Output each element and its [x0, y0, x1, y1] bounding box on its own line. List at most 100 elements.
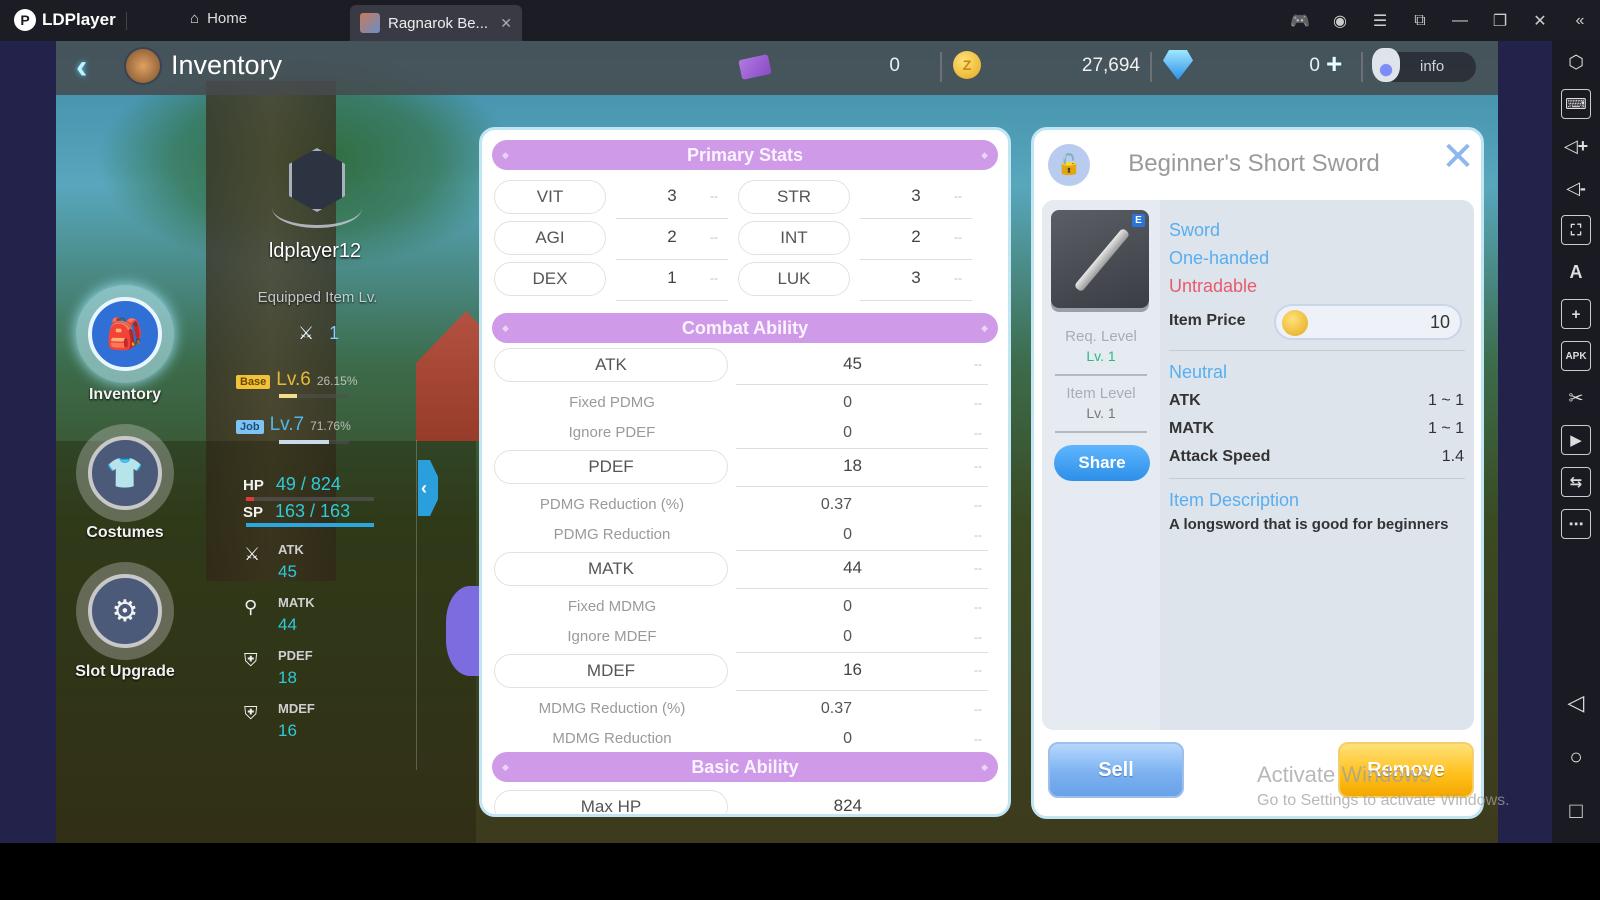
sync-icon[interactable]: ⇆ [1561, 467, 1591, 497]
item-hand: One-handed [1169, 248, 1270, 268]
item-description-title: Item Description [1169, 490, 1300, 510]
section-primary-stats: Primary Stats [492, 140, 998, 170]
combat-stat-label: ATK [494, 348, 728, 382]
tab-ragnarok[interactable]: Ragnarok Be... ✕ [350, 5, 522, 41]
stat-bonus: -- [710, 189, 718, 203]
combat-substat-value: 0 [843, 598, 852, 615]
stat-luk-label: LUK [738, 262, 850, 296]
divider [736, 588, 988, 589]
sp-row: SP 163 / 163 [243, 501, 350, 522]
base-exp-fill [279, 394, 298, 398]
stat-dex-value: 1 [667, 268, 677, 287]
combat-substat-value: 0.37 [820, 700, 852, 717]
combat-substat-value: 0.37 [820, 496, 852, 513]
restore-icon[interactable]: ❐ [1480, 11, 1520, 31]
share-button[interactable]: Share [1054, 445, 1150, 481]
menu-costumes-label: Costumes [86, 524, 164, 541]
combat-substat-value: 0 [843, 424, 852, 441]
stat-bonus: -- [974, 600, 982, 614]
item-description: A longsword that is good for beginners [1169, 516, 1449, 533]
back-button[interactable]: ‹ [76, 50, 112, 84]
divider [860, 259, 972, 260]
job-exp-fill [279, 440, 330, 444]
backpack-icon: 🎒 [88, 297, 162, 371]
combat-substat-value: 0 [843, 628, 852, 645]
prop-value: 1.4 [1441, 448, 1464, 465]
shirt-icon: 👕 [88, 436, 162, 510]
minimize-icon[interactable]: — [1440, 12, 1480, 30]
letterbox-left [0, 41, 56, 843]
unlock-icon[interactable]: 🔓 [1048, 144, 1090, 186]
menu-slot-upgrade-button[interactable]: ⚙ [76, 562, 174, 660]
basic-stat-label: Max HP [494, 790, 728, 814]
zeny-count: 27,694 [1081, 55, 1140, 76]
more-icon[interactable]: ⋯ [1561, 509, 1591, 539]
nav-back-icon[interactable]: ◁ [1568, 690, 1585, 716]
combat-substat-value: 0 [843, 730, 852, 747]
multi-instance-icon[interactable]: + [1561, 299, 1591, 329]
auto-rotate-icon[interactable]: A [1561, 257, 1591, 287]
sword-image [1073, 227, 1131, 293]
stat-vit-label: VIT [494, 180, 606, 214]
stat-label: PDEF [278, 648, 313, 663]
combat-substat-label: MDMG Reduction (%) [538, 700, 686, 717]
menu-costumes-button[interactable]: 👕 [76, 424, 174, 522]
remove-button[interactable]: Remove [1338, 742, 1474, 798]
gamepad-icon[interactable]: 🎮 [1280, 11, 1320, 31]
diamond-count: 0 [1309, 55, 1320, 76]
divider [616, 259, 728, 260]
req-level-label: Req. Level [1065, 328, 1137, 345]
equipped-item-level-value: 1 [329, 323, 340, 343]
stat-bonus: -- [974, 459, 982, 473]
screenshot-icon[interactable]: ✂ [1561, 383, 1591, 413]
combat-substat-label: Ignore PDEF [568, 424, 656, 441]
install-apk-icon[interactable]: APK [1561, 341, 1591, 371]
menu-inventory-label: Inventory [88, 386, 161, 403]
nav-recents-icon[interactable]: □ [1569, 798, 1582, 824]
combat-substat-label: Fixed MDMG [567, 598, 657, 615]
base-level: Lv.6 [276, 369, 311, 390]
tab-home[interactable]: ⌂ Home [190, 10, 247, 27]
zeny-coin-icon [1282, 310, 1308, 336]
stats-panel[interactable]: Primary Stats VIT 3 -- STR 3 -- AGI 2 -- INT 2 -- DE… [479, 127, 1011, 817]
close-icon[interactable]: ✕ [1520, 11, 1560, 31]
add-diamond-button[interactable]: + [1326, 48, 1342, 80]
sp-bar [246, 523, 374, 527]
divider [736, 384, 988, 385]
stat-value: 16 [278, 721, 297, 740]
stat-value: 45 [278, 562, 297, 581]
combat-stat-label: MDEF [494, 654, 728, 688]
window-controls: 🎮 ◉ ☰ ⧉ — ❐ ✕ « [1280, 0, 1600, 41]
keyboard-icon[interactable]: ⌨ [1561, 89, 1591, 119]
page-title: Inventory [171, 50, 283, 80]
sell-button[interactable]: Sell [1048, 742, 1184, 798]
stat-label: MDEF [278, 701, 315, 716]
volume-up-icon[interactable]: ◁+ [1561, 131, 1591, 161]
stat-bonus: -- [974, 663, 982, 677]
prop-value: 1 ~ 1 [1427, 392, 1464, 409]
tab-close-icon[interactable]: ✕ [500, 15, 512, 32]
resize-icon[interactable]: ⧉ [1400, 12, 1440, 30]
hp-row: HP 49 / 824 [243, 474, 341, 495]
divider [126, 12, 127, 30]
settings-icon[interactable]: ⬡ [1561, 47, 1591, 77]
menu-slot-upgrade-label: Slot Upgrade [75, 663, 175, 680]
close-item-button[interactable]: ✕ [1439, 137, 1477, 177]
stat-int-label: INT [738, 221, 850, 255]
volume-down-icon[interactable]: ◁- [1561, 173, 1591, 203]
nav-home-icon[interactable]: ○ [1569, 744, 1582, 770]
prop-value: 1 ~ 1 [1427, 420, 1464, 437]
menu-inventory-button[interactable]: 🎒 [76, 285, 174, 383]
prop-label: Attack Speed [1169, 448, 1271, 465]
divider [1169, 350, 1465, 351]
fullscreen-icon[interactable]: ⛶ [1561, 215, 1591, 245]
menu-icon[interactable]: ☰ [1360, 11, 1400, 31]
stat-int-value: 2 [911, 227, 921, 246]
section-combat-ability: Combat Ability [492, 313, 998, 343]
gear-wrench-icon: ⚙ [88, 574, 162, 648]
collapse-sidebar-icon[interactable]: « [1560, 12, 1600, 30]
account-icon[interactable]: ◉ [1320, 11, 1360, 31]
base-exp-percent: 26.15% [316, 374, 358, 388]
divider [940, 52, 942, 82]
record-icon[interactable]: ▶ [1561, 425, 1591, 455]
